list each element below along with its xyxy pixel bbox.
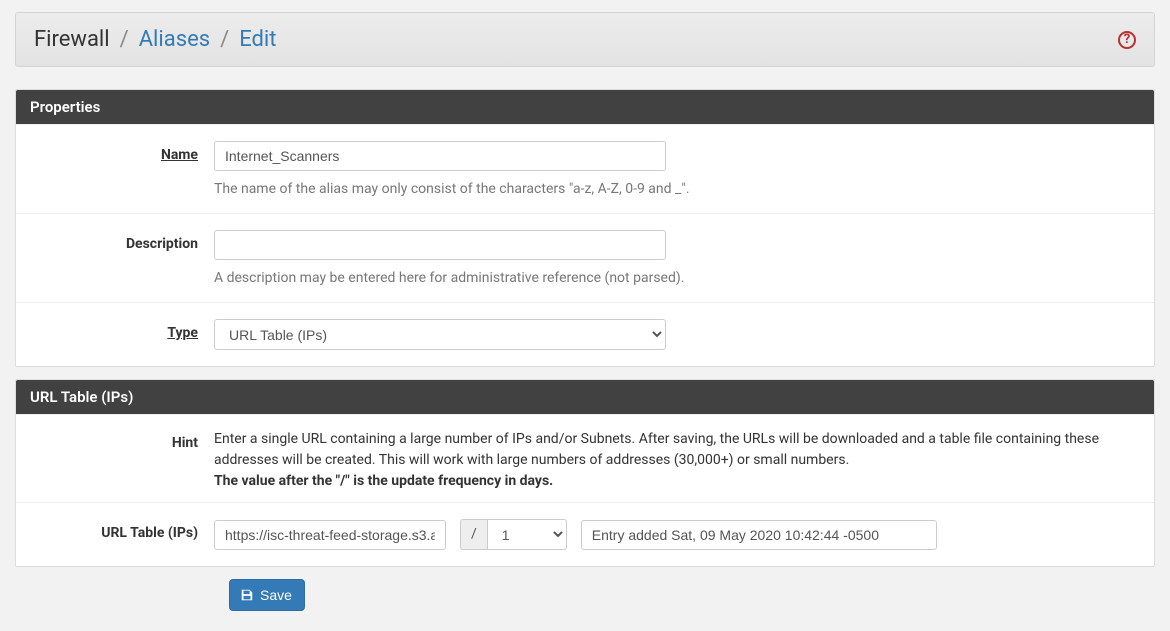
label-hint: Hint <box>30 429 214 492</box>
panel-header-properties: Properties <box>16 90 1154 124</box>
help-text-name: The name of the alias may only consist o… <box>214 181 1140 197</box>
help-icon[interactable]: ? <box>1118 31 1136 49</box>
label-name: Name <box>30 141 214 197</box>
frequency-select[interactable]: 1 <box>487 519 567 550</box>
breadcrumb-sep: / <box>120 27 129 52</box>
entry-description-input[interactable] <box>581 520 937 550</box>
breadcrumb: Firewall / Aliases / Edit <box>34 27 276 52</box>
type-select[interactable]: URL Table (IPs) <box>214 319 666 350</box>
slash-addon: / <box>460 519 487 550</box>
label-type: Type <box>30 319 214 350</box>
url-input[interactable] <box>214 520 446 550</box>
breadcrumb-root: Firewall <box>34 27 110 52</box>
breadcrumb-panel: Firewall / Aliases / Edit ? <box>15 12 1155 67</box>
panel-urltable: URL Table (IPs) Hint Enter a single URL … <box>15 379 1155 567</box>
name-input[interactable] <box>214 141 666 171</box>
breadcrumb-link-aliases[interactable]: Aliases <box>139 27 210 52</box>
hint-text: Enter a single URL containing a large nu… <box>214 429 1140 492</box>
breadcrumb-sep: / <box>220 27 229 52</box>
description-input[interactable] <box>214 230 666 260</box>
save-icon <box>240 588 254 602</box>
save-button[interactable]: Save <box>229 579 305 611</box>
label-urltable: URL Table (IPs) <box>30 519 214 550</box>
label-description: Description <box>30 230 214 286</box>
help-text-description: A description may be entered here for ad… <box>214 270 1140 286</box>
breadcrumb-link-edit[interactable]: Edit <box>239 27 276 52</box>
panel-properties: Properties Name The name of the alias ma… <box>15 89 1155 367</box>
panel-header-urltable: URL Table (IPs) <box>16 380 1154 414</box>
save-button-label: Save <box>260 587 292 603</box>
